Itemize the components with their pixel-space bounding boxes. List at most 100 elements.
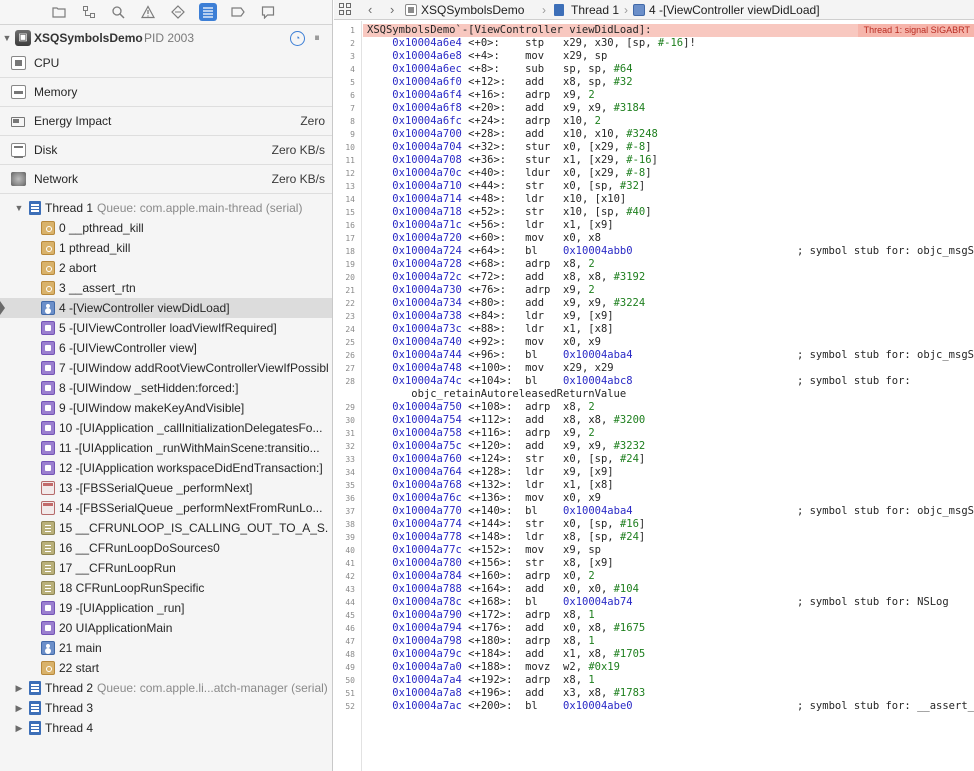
related-items-icon[interactable] — [339, 3, 352, 16]
stack-frame-row[interactable]: 14 -[FBSSerialQueue _performNextFromRunL… — [0, 498, 332, 518]
stack-frame-row[interactable]: 22 start — [0, 658, 332, 678]
stack-frame-row[interactable]: 0 __pthread_kill — [0, 218, 332, 238]
stack-frame-row[interactable]: 3 __assert_rtn — [0, 278, 332, 298]
stack-frame-row[interactable]: 1 pthread_kill — [0, 238, 332, 258]
instruction-immediate: 0x10004ab74 — [563, 596, 633, 608]
line-number: 33 — [345, 455, 355, 464]
instruction-offset: <+48>: — [468, 193, 507, 205]
instruction-address: 0x10004a788 — [392, 583, 462, 595]
instruction-operands: x8, — [563, 635, 589, 647]
stack-frame-row[interactable]: 19 -[UIApplication _run] — [0, 598, 332, 618]
breakpoint-icon[interactable] — [229, 3, 247, 21]
stack-frame-row[interactable]: 7 -[UIWindow addRootViewControllerViewIf… — [0, 358, 332, 378]
instruction-comment: ; symbol stub for: __assert_rtn — [796, 700, 974, 712]
instruction-offset: <+40>: — [468, 167, 507, 179]
instruction-mnemonic: add — [525, 102, 545, 114]
disclosure-expanded-icon[interactable]: ▼ — [14, 198, 24, 218]
instruction-operands: x3, x8, — [563, 687, 614, 699]
instruction-operands: x0, x8, — [563, 622, 614, 634]
instruction-line: 0x10004a718 <+52>: str x10, [sp, #40] — [367, 206, 652, 219]
instruction-offset: <+176>: — [468, 622, 513, 634]
breadcrumb-chevron-icon: › — [624, 3, 628, 17]
warning-icon[interactable] — [139, 3, 157, 21]
stack-frame-label: 10 -[UIApplication _callInitializationDe… — [59, 421, 323, 435]
instruction-line: 0x10004a768 <+132>: ldr x1, [x8] — [367, 479, 613, 492]
instruction-address: 0x10004a794 — [392, 622, 462, 634]
stack-frame-row[interactable]: 9 -[UIWindow makeKeyAndVisible] — [0, 398, 332, 418]
breadcrumb-frame[interactable]: 4 -[ViewController viewDidLoad] — [649, 3, 820, 17]
instruction-offset: <+12>: — [468, 76, 507, 88]
stack-frame-row[interactable]: 18 CFRunLoopRunSpecific — [0, 578, 332, 598]
symbol-navigator-icon[interactable] — [80, 3, 98, 21]
instruction-operands: x8, [sp, — [563, 531, 620, 543]
code-area[interactable]: 1 2 3 4 5 6 7 8 9 10 11 12 13 14 15 16 17 18 19 20 21 22 23 24 2… — [334, 21, 974, 771]
stack-frame-row[interactable]: 21 main — [0, 638, 332, 658]
stack-frame-label: 6 -[UIViewController view] — [59, 341, 197, 355]
line-number: 16 — [345, 221, 355, 230]
thread-row[interactable]: ▶ Thread 3 — [0, 698, 332, 718]
corefoundation-frame-icon — [41, 581, 55, 595]
instruction-immediate: 2 — [588, 258, 595, 270]
instruction-mnemonic: ldr — [525, 310, 545, 322]
signal-badge[interactable]: Thread 1: signal SIGABRT — [857, 24, 974, 37]
gauge-icon[interactable]: ◔ — [290, 31, 305, 46]
gauge-memory[interactable]: Memory — [0, 78, 332, 107]
instruction-offset: <+76>: — [468, 284, 507, 296]
disclosure-collapsed-icon[interactable]: ▶ — [14, 698, 24, 718]
forward-chevron-icon[interactable]: › — [390, 1, 394, 19]
instruction-mnemonic: str — [525, 518, 545, 530]
instruction-operands-tail: ] — [645, 206, 652, 218]
memory-icon — [11, 85, 26, 99]
breadcrumb-app[interactable]: XSQSymbolsDemo — [421, 3, 524, 17]
stack-frame-row[interactable]: 6 -[UIViewController view] — [0, 338, 332, 358]
stack-frame-row[interactable]: 2 abort — [0, 258, 332, 278]
stack-frame-row[interactable]: 20 UIApplicationMain — [0, 618, 332, 638]
thread-icon — [29, 701, 41, 715]
thread-label: Thread 2 Queue: com.apple.li...atch-manag… — [45, 678, 328, 698]
instruction-address: 0x10004a704 — [392, 141, 462, 153]
thread-row[interactable]: ▶ Thread 4 — [0, 718, 332, 738]
disclosure-expanded-icon[interactable]: ▼ — [2, 28, 12, 48]
back-chevron-icon[interactable]: ‹ — [368, 1, 372, 19]
instruction-operands: x8, x8, — [563, 271, 614, 283]
test-diamond-icon[interactable] — [169, 3, 187, 21]
gauge-energy[interactable]: Energy Impact Zero — [0, 107, 332, 136]
instruction-immediate: #32 — [619, 180, 639, 192]
disclosure-collapsed-icon[interactable]: ▶ — [14, 718, 24, 738]
instruction-operands: x9, — [563, 89, 589, 101]
stack-frame-label: 8 -[UIWindow _setHidden:forced:] — [59, 381, 239, 395]
report-icon[interactable] — [259, 3, 277, 21]
stack-frame-row[interactable]: 17 __CFRunLoopRun — [0, 558, 332, 578]
instruction-immediate: 0x10004aba4 — [563, 349, 633, 361]
stack-frame-row[interactable]: 5 -[UIViewController loadViewIfRequired] — [0, 318, 332, 338]
stack-frame-row[interactable]: 16 __CFRunLoopDoSources0 — [0, 538, 332, 558]
stack-frame-row[interactable]: 13 -[FBSSerialQueue _performNext] — [0, 478, 332, 498]
instruction-line: 0x10004a778 <+148>: ldr x8, [sp, #24] — [367, 531, 645, 544]
search-icon[interactable] — [109, 3, 127, 21]
gauge-disk[interactable]: Disk Zero KB/s — [0, 136, 332, 165]
process-row[interactable]: ▼ ▣ XSQSymbolsDemo PID 2003 ◔ ⏸ — [0, 28, 332, 48]
breadcrumb-thread[interactable]: Thread 1 — [571, 3, 619, 17]
gauge-cpu[interactable]: CPU — [0, 49, 332, 78]
pause-icon[interactable]: ⏸ — [309, 31, 325, 46]
folder-icon[interactable] — [50, 3, 68, 21]
stack-frame-label: 1 pthread_kill — [59, 241, 131, 255]
thread-row[interactable]: ▶ Thread 2 Queue: com.apple.li...atch-man… — [0, 678, 332, 698]
stack-frame-row[interactable]: 8 -[UIWindow _setHidden:forced:] — [0, 378, 332, 398]
disclosure-collapsed-icon[interactable]: ▶ — [14, 678, 24, 698]
line-number: 51 — [345, 689, 355, 698]
line-number-gutter[interactable]: 1 2 3 4 5 6 7 8 9 10 11 12 13 14 15 16 17 18 19 20 21 22 23 24 2… — [334, 21, 362, 771]
instruction-line: 0x10004a774 <+144>: str x0, [sp, #16] — [367, 518, 645, 531]
stack-frame-row[interactable]: 4 -[ViewController viewDidLoad] — [0, 298, 332, 318]
stack-frame-row[interactable]: 10 -[UIApplication _callInitializationDe… — [0, 418, 332, 438]
instruction-address: 0x10004a798 — [392, 635, 462, 647]
gauge-network[interactable]: Network Zero KB/s — [0, 165, 332, 194]
stack-frame-row[interactable]: 15 __CFRUNLOOP_IS_CALLING_OUT_TO_A_S... — [0, 518, 332, 538]
instruction-line: 0x10004a758 <+116>: adrp x9, 2 — [367, 427, 594, 440]
stack-frame-row[interactable]: 11 -[UIApplication _runWithMainScene:tra… — [0, 438, 332, 458]
line-number: 52 — [345, 702, 355, 711]
stack-frame-row[interactable]: 12 -[UIApplication workspaceDidEndTransa… — [0, 458, 332, 478]
thread-row[interactable]: ▼ Thread 1 Queue: com.apple.main-thread (… — [0, 198, 332, 218]
debug-navigator-icon[interactable] — [199, 3, 217, 21]
line-number: 7 — [350, 104, 355, 113]
